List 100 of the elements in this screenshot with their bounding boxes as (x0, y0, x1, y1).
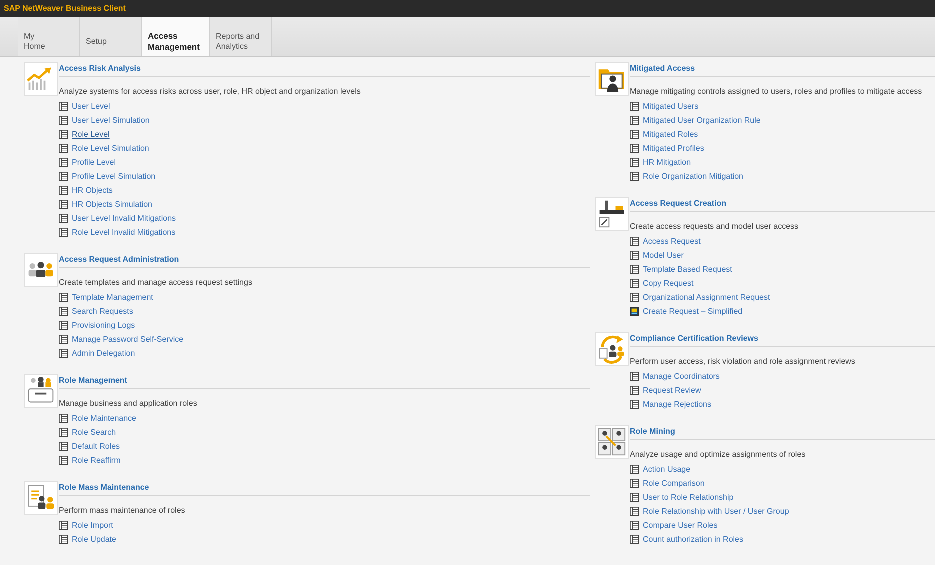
link[interactable]: HR Objects Simulation (72, 200, 152, 208)
link[interactable]: Role Organization Mitigation (643, 172, 744, 180)
link[interactable]: Mitigated User Organization Rule (643, 116, 761, 124)
link[interactable]: Model User (643, 250, 684, 260)
document-icon (59, 334, 68, 344)
section-heading[interactable]: Role Mass Maintenance (59, 481, 590, 496)
link[interactable]: Create Request – Simplified (643, 306, 743, 316)
document-icon (59, 442, 68, 450)
section-heading[interactable]: Role Management (59, 374, 590, 389)
document-icon (630, 478, 639, 488)
link[interactable]: Role Import (72, 520, 114, 530)
document-icon (630, 400, 639, 408)
document-icon (630, 130, 639, 138)
link[interactable]: Count authorization in Roles (643, 534, 744, 544)
link[interactable]: Search Requests (72, 306, 134, 316)
document-icon (630, 506, 639, 516)
section-heading[interactable]: Mitigated Access (630, 62, 935, 77)
section-description: Manage mitigating controls assigned to users, roles and profiles to mitigate access (630, 86, 924, 98)
people-desk-icon (24, 374, 58, 408)
link[interactable]: Role Reaffirm (72, 456, 121, 464)
document-icon (630, 386, 639, 394)
section-heading[interactable]: Access Risk Analysis (59, 62, 590, 77)
tab[interactable]: Access Management (142, 17, 210, 56)
document-icon (59, 456, 68, 464)
link[interactable]: HR Objects (72, 186, 113, 194)
document-icon (59, 144, 68, 152)
document-icon (59, 306, 68, 316)
link[interactable]: Admin Delegation (72, 348, 136, 358)
document-icon (59, 520, 68, 530)
link[interactable]: Mitigated Profiles (643, 144, 704, 152)
link[interactable]: Role Level (72, 130, 110, 138)
link[interactable]: User to Role Relationship (643, 492, 734, 502)
section-description: Manage business and application roles (59, 398, 198, 410)
link[interactable]: Profile Level (72, 158, 116, 166)
link[interactable]: Access Request (643, 236, 701, 246)
link[interactable]: Manage Password Self-Service (72, 334, 184, 344)
link[interactable]: User Level Simulation (72, 116, 150, 124)
document-icon (630, 158, 639, 166)
section-heading[interactable]: Role Mining (630, 425, 935, 440)
link[interactable]: Role Maintenance (72, 414, 136, 422)
link[interactable]: Role Comparison (643, 478, 705, 488)
document-icon (59, 130, 68, 138)
folder-person-icon (595, 62, 629, 96)
section-description: Analyze systems for access risks across user, role, HR object and organization levels (59, 86, 362, 98)
link[interactable]: Role Level Invalid Mitigations (72, 228, 176, 236)
link[interactable]: User Level (72, 102, 110, 110)
document-icon (630, 144, 639, 152)
link[interactable]: Manage Coordinators (643, 372, 720, 380)
link[interactable]: Organizational Assignment Request (643, 292, 770, 302)
link[interactable]: Action Usage (643, 464, 691, 474)
section-heading[interactable]: Access Request Creation (630, 197, 935, 212)
document-icon (59, 186, 68, 194)
link[interactable]: Default Roles (72, 442, 120, 450)
link[interactable]: Role Search (72, 428, 116, 436)
document-people-icon (24, 481, 58, 515)
document-icon (59, 102, 68, 110)
document-icon (59, 292, 68, 302)
section-description: Analyze usage and optimize assignments of roles (630, 449, 807, 461)
document-icon (630, 372, 639, 380)
document-icon (59, 214, 68, 222)
document-icon (59, 348, 68, 358)
document-icon (630, 492, 639, 502)
tab[interactable]: Setup (80, 17, 142, 56)
people-grid-icon (595, 425, 629, 459)
link[interactable]: Role Update (72, 534, 116, 544)
section-description: Create access requests and model user access (630, 221, 800, 233)
link[interactable]: User Level Invalid Mitigations (72, 214, 176, 222)
section-description: Perform user access, risk violation and role assignment reviews (630, 356, 856, 368)
line-chart-icon (24, 62, 58, 96)
link[interactable]: Template Management (72, 292, 154, 302)
document-icon (630, 172, 639, 180)
document-icon (59, 534, 68, 544)
people-icon (24, 253, 58, 287)
link[interactable]: Copy Request (643, 278, 694, 288)
window-title: SAP NetWeaver Business Client (4, 4, 126, 13)
document-icon (59, 116, 68, 124)
link[interactable]: Template Based Request (643, 264, 732, 274)
link[interactable]: Request Review (643, 386, 702, 394)
link[interactable]: Manage Rejections (643, 400, 712, 408)
link[interactable]: Role Relationship with User / User Group (643, 506, 790, 516)
link[interactable]: Mitigated Users (643, 102, 699, 110)
link[interactable]: HR Mitigation (643, 158, 692, 166)
section-heading[interactable]: Compliance Certification Reviews (630, 332, 935, 347)
tab[interactable]: My Home (18, 17, 80, 56)
link[interactable]: Role Level Simulation (72, 144, 150, 152)
cycle-people-icon (595, 332, 629, 366)
section-description: Perform mass maintenance of roles (59, 505, 186, 517)
link[interactable]: Profile Level Simulation (72, 172, 156, 180)
document-icon (59, 428, 68, 436)
document-icon (59, 414, 68, 422)
link[interactable]: Compare User Roles (643, 520, 718, 530)
document-icon (59, 172, 68, 180)
tab[interactable]: Reports and Analytics (210, 17, 272, 56)
document-icon (630, 102, 639, 110)
section-heading[interactable]: Access Request Administration (59, 253, 590, 268)
document-icon (59, 200, 68, 208)
person-edit-icon (595, 197, 629, 231)
link[interactable]: Provisioning Logs (72, 320, 136, 330)
document-icon (59, 158, 68, 166)
link[interactable]: Mitigated Roles (643, 130, 698, 138)
